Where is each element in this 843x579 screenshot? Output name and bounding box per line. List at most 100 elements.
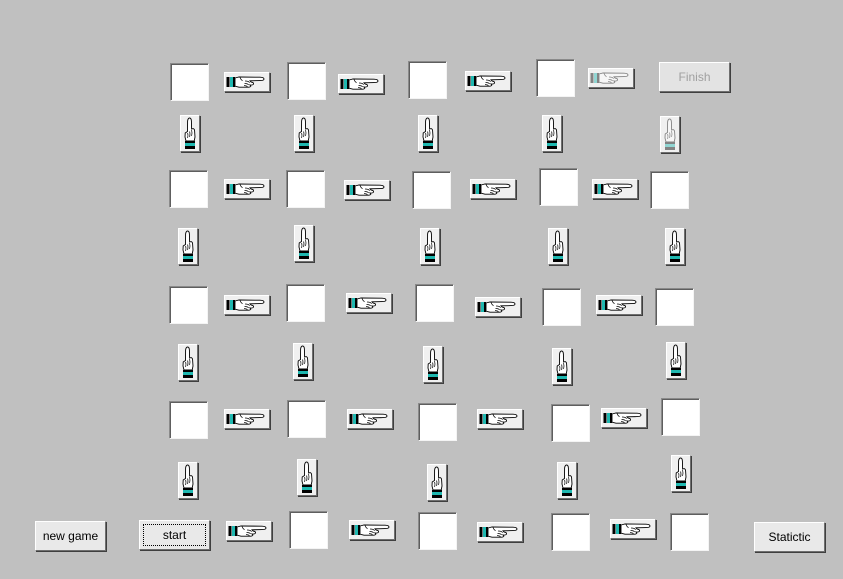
- pointing-up-hand-icon: [180, 346, 196, 379]
- vertical-link-button[interactable]: [294, 115, 314, 152]
- pointing-up-hand-icon: [180, 230, 196, 263]
- board-cell[interactable]: [536, 59, 575, 97]
- pointing-up-hand-icon: [667, 230, 683, 263]
- horizontal-link-button[interactable]: [349, 520, 395, 540]
- pointing-up-hand-icon: [299, 461, 315, 494]
- vertical-link-button[interactable]: [671, 455, 691, 492]
- horizontal-link-button[interactable]: [477, 522, 523, 542]
- vertical-link-button[interactable]: [178, 344, 198, 381]
- board-cell[interactable]: [661, 398, 700, 436]
- horizontal-link-button[interactable]: [596, 295, 642, 315]
- pointing-right-hand-icon: [467, 73, 509, 89]
- vertical-link-button[interactable]: [665, 228, 685, 265]
- pointing-right-hand-icon: [349, 411, 391, 427]
- pointing-up-hand-icon: [425, 348, 441, 381]
- vertical-link-button[interactable]: [178, 228, 198, 265]
- pointing-up-hand-icon: [554, 350, 570, 383]
- statistic-button[interactable]: Statictic: [754, 522, 825, 552]
- pointing-right-hand-icon: [226, 74, 268, 90]
- pointing-right-hand-icon: [226, 181, 268, 197]
- vertical-link-button[interactable]: [418, 115, 438, 152]
- board-cell[interactable]: [169, 286, 208, 324]
- horizontal-link-button[interactable]: [344, 180, 390, 200]
- pointing-right-hand-icon: [603, 410, 645, 426]
- vertical-link-button[interactable]: [178, 462, 198, 499]
- board-cell[interactable]: [286, 170, 325, 208]
- pointing-right-hand-icon: [226, 411, 268, 427]
- pointing-up-hand-icon: [422, 230, 438, 263]
- horizontal-link-button[interactable]: [338, 74, 384, 94]
- vertical-link-button[interactable]: [293, 343, 313, 380]
- pointing-right-hand-icon: [594, 181, 636, 197]
- vertical-link-button[interactable]: [423, 346, 443, 383]
- board-cell[interactable]: [169, 170, 208, 208]
- vertical-link-button[interactable]: [542, 115, 562, 152]
- board-cell[interactable]: [650, 171, 689, 209]
- pointing-up-hand-icon: [296, 227, 312, 260]
- horizontal-link-button[interactable]: [465, 71, 511, 91]
- vertical-link-button[interactable]: [180, 115, 200, 152]
- pointing-right-hand-icon: [226, 297, 268, 313]
- horizontal-link-button[interactable]: [347, 409, 393, 429]
- vertical-link-button[interactable]: [666, 342, 686, 379]
- finish-button[interactable]: Finish: [659, 62, 730, 92]
- start-button[interactable]: start: [139, 520, 210, 550]
- vertical-link-button[interactable]: [420, 228, 440, 265]
- horizontal-link-button[interactable]: [477, 409, 523, 429]
- pointing-right-hand-icon: [612, 521, 654, 537]
- pointing-right-hand-icon: [590, 70, 632, 86]
- board-cell[interactable]: [287, 62, 326, 100]
- horizontal-link-button[interactable]: [601, 408, 647, 428]
- horizontal-link-button[interactable]: [346, 293, 392, 313]
- horizontal-link-button[interactable]: [224, 179, 270, 199]
- board-cell[interactable]: [289, 511, 328, 549]
- pointing-up-hand-icon: [559, 464, 575, 497]
- pointing-right-hand-icon: [598, 297, 640, 313]
- horizontal-link-button[interactable]: [588, 68, 634, 88]
- pointing-right-hand-icon: [472, 181, 514, 197]
- board-cell[interactable]: [408, 61, 447, 99]
- board-cell[interactable]: [287, 400, 326, 438]
- board-cell[interactable]: [418, 512, 457, 550]
- new-game-button[interactable]: new game: [35, 521, 106, 551]
- pointing-up-hand-icon: [420, 117, 436, 150]
- board-cell[interactable]: [670, 513, 709, 551]
- board-cell[interactable]: [170, 63, 209, 101]
- pointing-up-hand-icon: [550, 230, 566, 263]
- horizontal-link-button[interactable]: [224, 72, 270, 92]
- board-cell[interactable]: [539, 168, 578, 206]
- board-cell[interactable]: [551, 404, 590, 442]
- pointing-right-hand-icon: [351, 522, 393, 538]
- pointing-right-hand-icon: [479, 524, 521, 540]
- horizontal-link-button[interactable]: [224, 409, 270, 429]
- pointing-right-hand-icon: [346, 182, 388, 198]
- horizontal-link-button[interactable]: [475, 297, 521, 317]
- pointing-right-hand-icon: [477, 299, 519, 315]
- board-cell[interactable]: [415, 284, 454, 322]
- vertical-link-button[interactable]: [427, 464, 447, 501]
- vertical-link-button[interactable]: [294, 225, 314, 262]
- vertical-link-button[interactable]: [548, 228, 568, 265]
- vertical-link-button[interactable]: [557, 462, 577, 499]
- vertical-link-button[interactable]: [660, 116, 680, 153]
- horizontal-link-button[interactable]: [226, 521, 272, 541]
- pointing-up-hand-icon: [429, 466, 445, 499]
- board-cell[interactable]: [655, 288, 694, 326]
- horizontal-link-button[interactable]: [470, 179, 516, 199]
- horizontal-link-button[interactable]: [592, 179, 638, 199]
- pointing-up-hand-icon: [295, 345, 311, 378]
- vertical-link-button[interactable]: [297, 459, 317, 496]
- board-cell[interactable]: [542, 288, 581, 326]
- pointing-up-hand-icon: [544, 117, 560, 150]
- pointing-right-hand-icon: [348, 295, 390, 311]
- board-cell[interactable]: [551, 513, 590, 551]
- board-cell[interactable]: [412, 171, 451, 209]
- board-cell[interactable]: [286, 284, 325, 322]
- vertical-link-button[interactable]: [552, 348, 572, 385]
- horizontal-link-button[interactable]: [610, 519, 656, 539]
- board-cell[interactable]: [418, 403, 457, 441]
- pointing-up-hand-icon: [182, 117, 198, 150]
- pointing-right-hand-icon: [340, 76, 382, 92]
- horizontal-link-button[interactable]: [224, 295, 270, 315]
- board-cell[interactable]: [169, 401, 208, 439]
